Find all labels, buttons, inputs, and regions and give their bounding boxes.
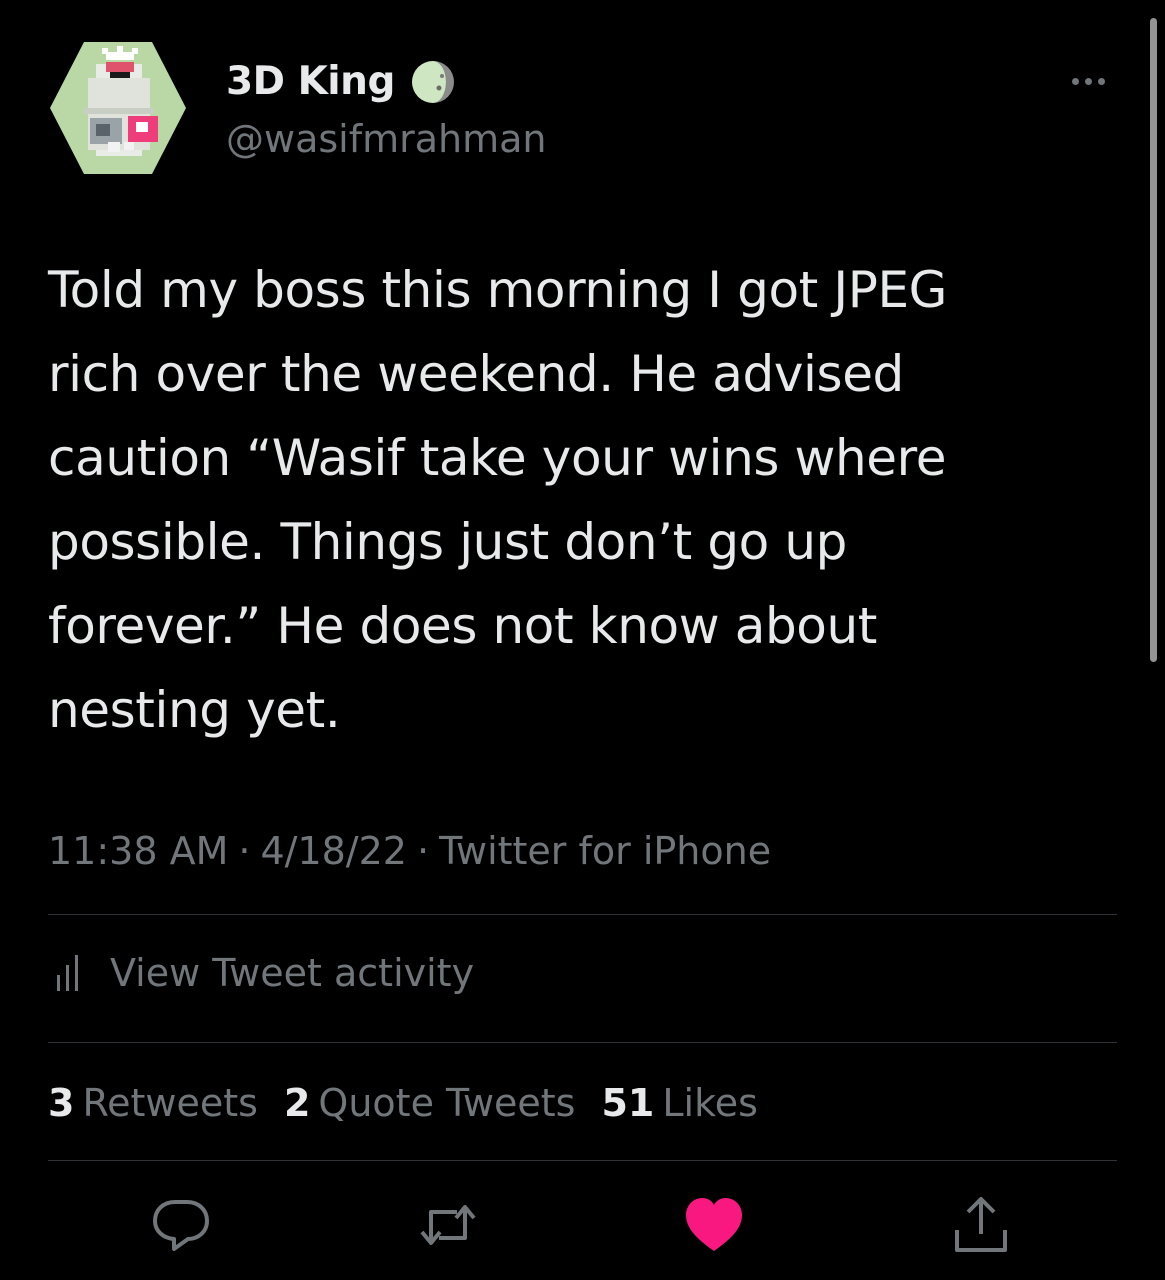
scrollbar[interactable] [1150, 18, 1157, 662]
view-tweet-activity-link[interactable]: View Tweet activity [54, 948, 474, 998]
bar-chart-icon [54, 953, 86, 993]
divider [48, 1042, 1117, 1043]
engagement-stats: 3 Retweets 2 Quote Tweets 51 Likes [48, 1078, 758, 1128]
reply-button[interactable] [146, 1190, 216, 1260]
author-name-row[interactable]: 3D King [226, 58, 457, 106]
quote-tweets-stat[interactable]: 2 Quote Tweets [284, 1078, 576, 1128]
divider [48, 914, 1117, 915]
share-button[interactable] [946, 1190, 1016, 1260]
more-dots-icon[interactable] [1058, 66, 1118, 96]
likes-stat[interactable]: 51 Likes [601, 1078, 757, 1128]
tweet-metadata: 11:38 AM · 4/18/22 · Twitter for iPhone [48, 826, 771, 876]
tweet-source[interactable]: Twitter for iPhone [439, 829, 771, 873]
more-dot [1084, 77, 1092, 85]
more-dot [1097, 77, 1105, 85]
tweet-date[interactable]: 4/18/22 [260, 829, 407, 873]
retweets-stat[interactable]: 3 Retweets [48, 1078, 258, 1128]
tweet-action-bar [0, 1190, 1165, 1260]
moon-icon [409, 58, 457, 106]
quote-tweets-label: Quote Tweets [318, 1081, 576, 1125]
share-icon [955, 1197, 1007, 1252]
quote-tweets-count: 2 [283, 1081, 311, 1125]
tweet-text: Told my boss this morning I got JPEG ric… [48, 261, 947, 739]
author-display-name[interactable]: 3D King [226, 59, 395, 105]
pixel-penguin-avatar-icon[interactable] [48, 38, 188, 178]
heart-icon [686, 1198, 742, 1251]
retweet-icon [420, 1205, 476, 1245]
retweets-count: 3 [48, 1081, 75, 1125]
retweets-label: Retweets [82, 1081, 258, 1125]
tweet-header: 3D King @wasifmrahman [48, 38, 1118, 178]
view-tweet-activity-label: View Tweet activity [110, 951, 475, 995]
reply-icon [153, 1200, 209, 1251]
more-dot [1071, 77, 1079, 85]
like-button[interactable] [679, 1190, 749, 1260]
tweet-time[interactable]: 11:38 AM [48, 829, 228, 873]
author-handle[interactable]: @wasifmrahman [226, 116, 547, 162]
meta-separator: · [238, 829, 251, 873]
meta-separator: · [416, 829, 430, 873]
retweet-button[interactable] [413, 1190, 483, 1260]
divider [48, 1160, 1117, 1161]
likes-count: 51 [601, 1081, 655, 1125]
likes-label: Likes [662, 1081, 758, 1125]
